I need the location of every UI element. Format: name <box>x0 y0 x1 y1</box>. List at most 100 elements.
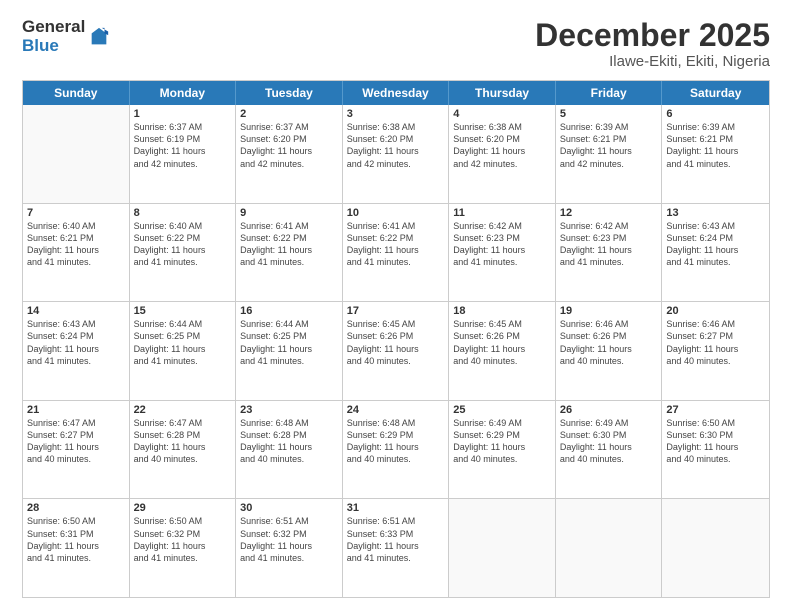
day-number: 18 <box>453 305 551 317</box>
calendar-day: 23Sunrise: 6:48 AMSunset: 6:28 PMDayligh… <box>236 401 343 499</box>
calendar-day: 11Sunrise: 6:42 AMSunset: 6:23 PMDayligh… <box>449 204 556 302</box>
day-info: Sunrise: 6:46 AMSunset: 6:27 PMDaylight:… <box>666 318 765 367</box>
day-number: 27 <box>666 404 765 416</box>
day-header-sunday: Sunday <box>23 81 130 105</box>
calendar-day: 2Sunrise: 6:37 AMSunset: 6:20 PMDaylight… <box>236 105 343 203</box>
day-info: Sunrise: 6:42 AMSunset: 6:23 PMDaylight:… <box>560 220 658 269</box>
day-info: Sunrise: 6:39 AMSunset: 6:21 PMDaylight:… <box>666 121 765 170</box>
day-number: 4 <box>453 108 551 120</box>
day-number: 7 <box>27 207 125 219</box>
calendar-day <box>662 499 769 597</box>
calendar-day: 10Sunrise: 6:41 AMSunset: 6:22 PMDayligh… <box>343 204 450 302</box>
calendar-day: 7Sunrise: 6:40 AMSunset: 6:21 PMDaylight… <box>23 204 130 302</box>
day-header-thursday: Thursday <box>449 81 556 105</box>
day-info: Sunrise: 6:48 AMSunset: 6:29 PMDaylight:… <box>347 417 445 466</box>
day-info: Sunrise: 6:41 AMSunset: 6:22 PMDaylight:… <box>347 220 445 269</box>
calendar-day <box>556 499 663 597</box>
calendar-day: 27Sunrise: 6:50 AMSunset: 6:30 PMDayligh… <box>662 401 769 499</box>
calendar-day: 26Sunrise: 6:49 AMSunset: 6:30 PMDayligh… <box>556 401 663 499</box>
day-number: 21 <box>27 404 125 416</box>
day-info: Sunrise: 6:50 AMSunset: 6:30 PMDaylight:… <box>666 417 765 466</box>
calendar-day: 18Sunrise: 6:45 AMSunset: 6:26 PMDayligh… <box>449 302 556 400</box>
day-header-saturday: Saturday <box>662 81 769 105</box>
calendar-day: 8Sunrise: 6:40 AMSunset: 6:22 PMDaylight… <box>130 204 237 302</box>
day-number: 5 <box>560 108 658 120</box>
calendar-day: 20Sunrise: 6:46 AMSunset: 6:27 PMDayligh… <box>662 302 769 400</box>
calendar-day: 6Sunrise: 6:39 AMSunset: 6:21 PMDaylight… <box>662 105 769 203</box>
calendar-day: 19Sunrise: 6:46 AMSunset: 6:26 PMDayligh… <box>556 302 663 400</box>
day-number: 8 <box>134 207 232 219</box>
header: General Blue December 2025 Ilawe-Ekiti, … <box>22 18 770 70</box>
day-info: Sunrise: 6:38 AMSunset: 6:20 PMDaylight:… <box>347 121 445 170</box>
calendar-day: 29Sunrise: 6:50 AMSunset: 6:32 PMDayligh… <box>130 499 237 597</box>
day-number: 3 <box>347 108 445 120</box>
calendar-day: 21Sunrise: 6:47 AMSunset: 6:27 PMDayligh… <box>23 401 130 499</box>
day-info: Sunrise: 6:47 AMSunset: 6:28 PMDaylight:… <box>134 417 232 466</box>
week-row-0: 1Sunrise: 6:37 AMSunset: 6:19 PMDaylight… <box>23 105 769 204</box>
day-info: Sunrise: 6:47 AMSunset: 6:27 PMDaylight:… <box>27 417 125 466</box>
day-info: Sunrise: 6:43 AMSunset: 6:24 PMDaylight:… <box>27 318 125 367</box>
day-info: Sunrise: 6:50 AMSunset: 6:31 PMDaylight:… <box>27 515 125 564</box>
calendar-day: 15Sunrise: 6:44 AMSunset: 6:25 PMDayligh… <box>130 302 237 400</box>
day-number: 31 <box>347 502 445 514</box>
day-info: Sunrise: 6:49 AMSunset: 6:29 PMDaylight:… <box>453 417 551 466</box>
day-number: 13 <box>666 207 765 219</box>
calendar-title: December 2025 <box>535 18 770 53</box>
day-number: 28 <box>27 502 125 514</box>
calendar-day: 13Sunrise: 6:43 AMSunset: 6:24 PMDayligh… <box>662 204 769 302</box>
day-number: 30 <box>240 502 338 514</box>
day-info: Sunrise: 6:48 AMSunset: 6:28 PMDaylight:… <box>240 417 338 466</box>
calendar-day: 28Sunrise: 6:50 AMSunset: 6:31 PMDayligh… <box>23 499 130 597</box>
calendar-body: 1Sunrise: 6:37 AMSunset: 6:19 PMDaylight… <box>23 105 769 597</box>
page: General Blue December 2025 Ilawe-Ekiti, … <box>0 0 792 612</box>
calendar-day: 30Sunrise: 6:51 AMSunset: 6:32 PMDayligh… <box>236 499 343 597</box>
calendar-day <box>23 105 130 203</box>
day-number: 29 <box>134 502 232 514</box>
day-header-tuesday: Tuesday <box>236 81 343 105</box>
day-number: 16 <box>240 305 338 317</box>
day-info: Sunrise: 6:41 AMSunset: 6:22 PMDaylight:… <box>240 220 338 269</box>
logo-blue-text: Blue <box>22 37 85 56</box>
day-number: 6 <box>666 108 765 120</box>
day-number: 1 <box>134 108 232 120</box>
day-info: Sunrise: 6:37 AMSunset: 6:19 PMDaylight:… <box>134 121 232 170</box>
day-info: Sunrise: 6:37 AMSunset: 6:20 PMDaylight:… <box>240 121 338 170</box>
day-number: 19 <box>560 305 658 317</box>
calendar-day: 9Sunrise: 6:41 AMSunset: 6:22 PMDaylight… <box>236 204 343 302</box>
calendar-day: 14Sunrise: 6:43 AMSunset: 6:24 PMDayligh… <box>23 302 130 400</box>
day-info: Sunrise: 6:39 AMSunset: 6:21 PMDaylight:… <box>560 121 658 170</box>
day-info: Sunrise: 6:51 AMSunset: 6:32 PMDaylight:… <box>240 515 338 564</box>
logo-general-text: General <box>22 18 85 37</box>
day-header-friday: Friday <box>556 81 663 105</box>
day-info: Sunrise: 6:44 AMSunset: 6:25 PMDaylight:… <box>134 318 232 367</box>
calendar-day <box>449 499 556 597</box>
title-block: December 2025 Ilawe-Ekiti, Ekiti, Nigeri… <box>535 18 770 70</box>
day-number: 23 <box>240 404 338 416</box>
day-info: Sunrise: 6:43 AMSunset: 6:24 PMDaylight:… <box>666 220 765 269</box>
day-info: Sunrise: 6:46 AMSunset: 6:26 PMDaylight:… <box>560 318 658 367</box>
calendar-day: 1Sunrise: 6:37 AMSunset: 6:19 PMDaylight… <box>130 105 237 203</box>
day-number: 20 <box>666 305 765 317</box>
week-row-1: 7Sunrise: 6:40 AMSunset: 6:21 PMDaylight… <box>23 204 769 303</box>
day-number: 17 <box>347 305 445 317</box>
day-info: Sunrise: 6:45 AMSunset: 6:26 PMDaylight:… <box>347 318 445 367</box>
day-number: 22 <box>134 404 232 416</box>
calendar-day: 12Sunrise: 6:42 AMSunset: 6:23 PMDayligh… <box>556 204 663 302</box>
calendar-day: 22Sunrise: 6:47 AMSunset: 6:28 PMDayligh… <box>130 401 237 499</box>
day-info: Sunrise: 6:40 AMSunset: 6:21 PMDaylight:… <box>27 220 125 269</box>
day-number: 24 <box>347 404 445 416</box>
week-row-4: 28Sunrise: 6:50 AMSunset: 6:31 PMDayligh… <box>23 499 769 597</box>
day-info: Sunrise: 6:44 AMSunset: 6:25 PMDaylight:… <box>240 318 338 367</box>
calendar-day: 3Sunrise: 6:38 AMSunset: 6:20 PMDaylight… <box>343 105 450 203</box>
calendar-day: 25Sunrise: 6:49 AMSunset: 6:29 PMDayligh… <box>449 401 556 499</box>
day-header-wednesday: Wednesday <box>343 81 450 105</box>
day-number: 11 <box>453 207 551 219</box>
calendar-day: 16Sunrise: 6:44 AMSunset: 6:25 PMDayligh… <box>236 302 343 400</box>
calendar-day: 24Sunrise: 6:48 AMSunset: 6:29 PMDayligh… <box>343 401 450 499</box>
day-number: 12 <box>560 207 658 219</box>
day-number: 10 <box>347 207 445 219</box>
calendar-day: 31Sunrise: 6:51 AMSunset: 6:33 PMDayligh… <box>343 499 450 597</box>
day-info: Sunrise: 6:40 AMSunset: 6:22 PMDaylight:… <box>134 220 232 269</box>
day-number: 25 <box>453 404 551 416</box>
day-number: 15 <box>134 305 232 317</box>
